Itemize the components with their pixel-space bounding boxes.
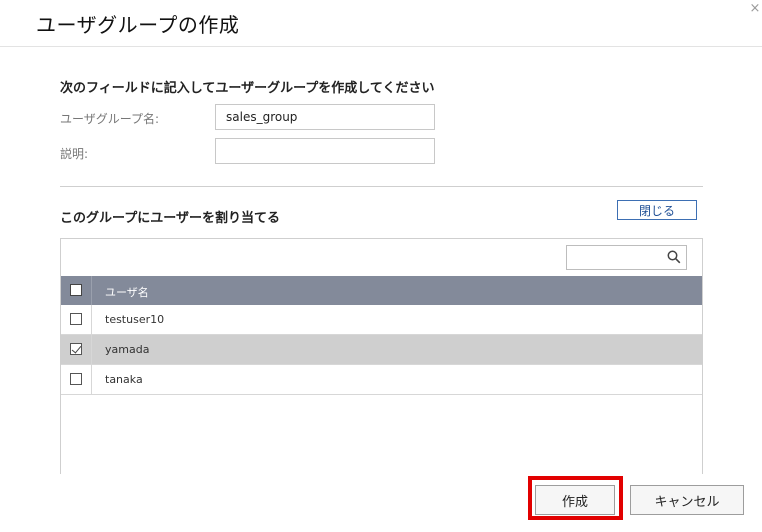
row-check-cell	[61, 335, 92, 364]
close-panel-button[interactable]: 閉じる	[617, 200, 697, 220]
username-cell: testuser10	[105, 313, 165, 326]
row-check-cell	[61, 305, 92, 334]
username-cell: yamada	[105, 343, 150, 356]
create-user-group-dialog: ユーザグループの作成 × 次のフィールドに記入してユーザーグループを作成してくだ…	[0, 0, 762, 532]
group-name-input[interactable]	[215, 104, 435, 130]
user-checkbox[interactable]	[70, 313, 82, 325]
select-all-checkbox[interactable]	[70, 284, 82, 296]
user-table-header: ユーザ名	[61, 276, 702, 305]
user-row[interactable]: testuser10	[61, 305, 702, 335]
group-name-label: ユーザグループ名:	[60, 112, 160, 126]
description-input[interactable]	[215, 138, 435, 164]
user-list-panel: ユーザ名 testuser10 yamada tanaka	[60, 238, 703, 474]
user-row[interactable]: yamada	[61, 335, 702, 365]
user-search-box	[566, 245, 687, 270]
form-instruction: 次のフィールドに記入してユーザーグループを作成してください	[60, 81, 435, 96]
close-icon[interactable]: ×	[748, 2, 762, 16]
search-icon[interactable]	[667, 250, 681, 264]
username-column-header[interactable]: ユーザ名	[105, 284, 149, 300]
user-checkbox[interactable]	[70, 343, 82, 355]
username-cell: tanaka	[105, 373, 143, 386]
section-divider	[60, 186, 703, 187]
header-check-cell	[61, 276, 92, 305]
user-checkbox[interactable]	[70, 373, 82, 385]
dialog-title: ユーザグループの作成	[36, 13, 240, 37]
assign-users-heading: このグループにユーザーを割り当てる	[60, 211, 280, 226]
dialog-header: ユーザグループの作成 ×	[0, 0, 762, 47]
cancel-button[interactable]: キャンセル	[630, 485, 744, 515]
user-search-input[interactable]	[567, 246, 663, 269]
user-row[interactable]: tanaka	[61, 365, 702, 395]
create-button[interactable]: 作成	[535, 485, 615, 515]
row-check-cell	[61, 365, 92, 394]
description-label: 説明:	[60, 147, 89, 161]
